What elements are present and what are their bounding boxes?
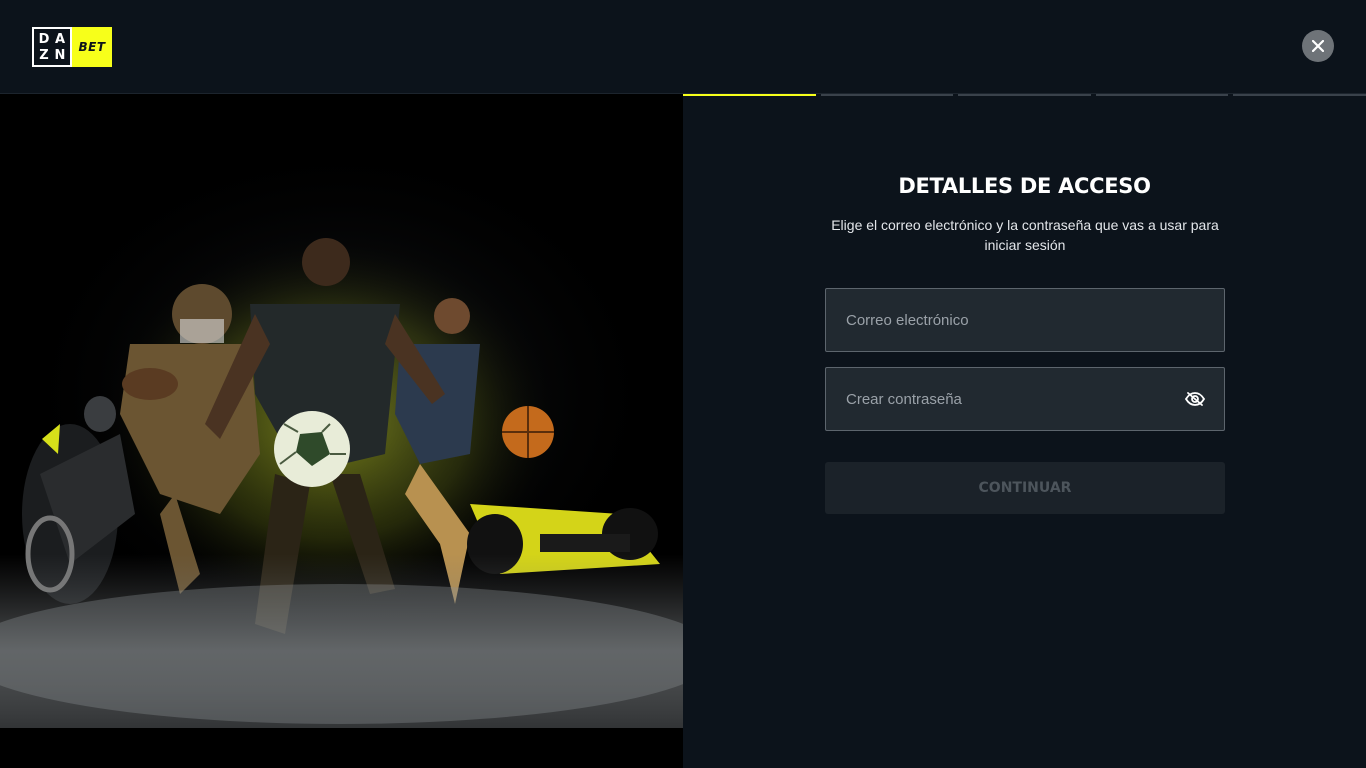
logo-bet-label: BET <box>72 27 112 67</box>
sports-athletes-illustration <box>0 94 683 768</box>
dazn-bet-logo[interactable]: D A Z N BET <box>32 27 112 67</box>
progress-steps <box>683 94 1366 97</box>
signup-panel: DETALLES DE ACCESO Elige el correo elect… <box>683 94 1366 768</box>
page-title: DETALLES DE ACCESO <box>898 174 1151 198</box>
password-field[interactable] <box>825 367 1225 431</box>
hero-image <box>0 94 683 768</box>
password-input[interactable] <box>826 368 1224 430</box>
close-icon <box>1312 40 1324 52</box>
eye-icon <box>1185 392 1205 406</box>
close-button[interactable] <box>1302 30 1334 62</box>
logo-letter: N <box>54 47 66 63</box>
progress-step-3 <box>958 94 1091 96</box>
top-header: D A Z N BET <box>0 0 1366 94</box>
dazn-logo-mark: D A Z N <box>32 27 72 67</box>
progress-step-1 <box>683 94 816 96</box>
page-subtitle: Elige el correo electrónico y la contras… <box>831 217 1219 253</box>
progress-step-4 <box>1096 94 1228 96</box>
email-field[interactable] <box>825 288 1225 352</box>
logo-letter: D <box>38 31 50 47</box>
progress-step-5 <box>1233 94 1366 96</box>
show-password-button[interactable] <box>1184 388 1206 410</box>
progress-step-2 <box>821 94 953 96</box>
email-input[interactable] <box>826 289 1224 351</box>
continue-button[interactable]: CONTINUAR <box>825 462 1225 514</box>
logo-letter: A <box>54 31 66 47</box>
logo-letter: Z <box>39 47 49 63</box>
